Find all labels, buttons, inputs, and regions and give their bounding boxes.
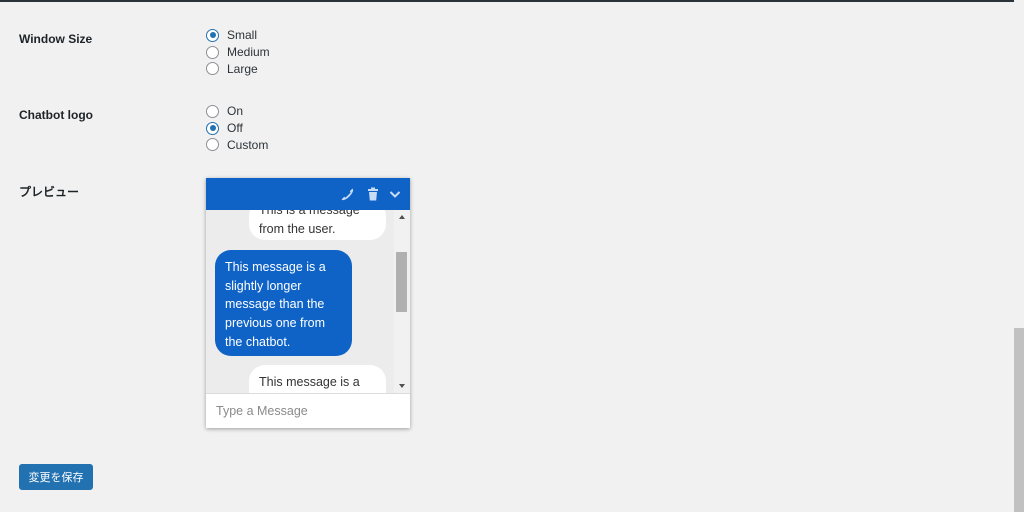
admin-top-border (0, 0, 1014, 2)
message-line: This message is a (259, 375, 360, 389)
chatbot-logo-option-on[interactable]: On (206, 103, 268, 120)
chat-scrollbar[interactable] (394, 210, 410, 393)
message-line: previous one from (225, 316, 326, 331)
chat-preview-window: This is a message from the user. This me… (206, 178, 410, 428)
chat-header (206, 178, 410, 210)
radio-off[interactable] (206, 121, 219, 135)
window-size-option-large[interactable]: Large (206, 60, 270, 77)
message-line: the chatbot. (225, 334, 291, 349)
window-size-radio-group: Small Medium Large (206, 27, 270, 77)
message-user-1: This is a message from the user. (249, 210, 386, 240)
scroll-down-arrow-icon[interactable] (399, 384, 405, 388)
radio-label-small: Small (227, 28, 258, 43)
radio-label-on: On (227, 104, 244, 119)
message-line: This message is a (225, 260, 326, 274)
radio-custom[interactable] (206, 138, 219, 152)
chatbot-logo-option-off[interactable]: Off (206, 120, 268, 137)
radio-label-off: Off (227, 121, 243, 136)
radio-label-large: Large (227, 61, 258, 76)
message-line: slightly longer (225, 278, 302, 293)
message-user-2: This message is a (249, 365, 386, 393)
radio-large[interactable] (206, 62, 219, 76)
message-line: This is a message (259, 210, 360, 217)
radio-label-custom: Custom (227, 137, 269, 152)
chatbot-logo-option-custom[interactable]: Custom (206, 136, 268, 153)
page-scroll-thumb[interactable] (1014, 328, 1024, 512)
radio-on[interactable] (206, 104, 219, 118)
radio-label-medium: Medium (227, 45, 270, 60)
chatbot-logo-radio-group: On Off Custom (206, 103, 268, 153)
chevron-down-icon[interactable] (388, 187, 402, 201)
save-changes-button[interactable]: 変更を保存 (19, 464, 93, 490)
message-bot-1: This message is a slightly longer messag… (215, 250, 352, 356)
message-line: from the user. (259, 221, 336, 236)
radio-medium[interactable] (206, 45, 219, 59)
trash-icon[interactable] (366, 187, 380, 201)
scroll-up-arrow-icon[interactable] (399, 215, 405, 219)
chatbot-logo-label: Chatbot logo (19, 108, 93, 122)
chat-messages: This is a message from the user. This me… (206, 210, 410, 393)
chat-scroll-thumb[interactable] (396, 252, 407, 312)
preview-label: プレビュー (19, 185, 80, 199)
window-size-label: Window Size (19, 32, 93, 46)
message-input[interactable] (206, 393, 410, 428)
radio-small[interactable] (206, 28, 219, 42)
page-scrollbar[interactable] (1014, 0, 1024, 512)
message-line: message than the (225, 297, 325, 312)
phone-icon[interactable] (340, 187, 354, 201)
window-size-option-small[interactable]: Small (206, 27, 270, 44)
window-size-option-medium[interactable]: Medium (206, 44, 270, 61)
